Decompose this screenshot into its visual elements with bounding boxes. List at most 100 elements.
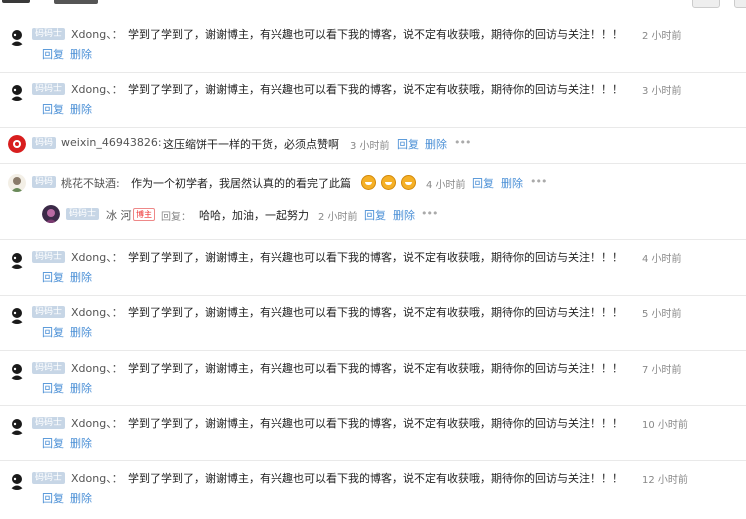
comment-username[interactable]: Xdong、：	[71, 360, 123, 376]
reply-button[interactable]: 回复	[42, 435, 64, 451]
grin-emoji	[381, 175, 396, 190]
comment-username[interactable]: Xdong、：	[71, 470, 123, 486]
user-avatar[interactable]	[8, 135, 26, 153]
reply-button[interactable]: 回复	[397, 136, 419, 152]
comment-username[interactable]: 桃花不缺酒:	[61, 175, 120, 191]
comment-time: 4 小时前	[642, 254, 682, 265]
delete-button[interactable]: 删除	[501, 175, 523, 191]
reply-button[interactable]: 回复	[42, 46, 64, 62]
comment-username[interactable]: Xdong、：	[71, 26, 123, 42]
comment-text: 学到了学到了，谢谢博主，有兴趣也可以看下我的博客，说不定有收获哦，期待你的回访与…	[128, 251, 623, 264]
user-avatar[interactable]	[8, 362, 26, 380]
divider	[0, 163, 746, 164]
clipped-title	[54, 0, 98, 4]
comment-item: 码码士 Xdong、： 学到了学到了，谢谢博主，有兴趣也可以看下我的博客，说不定…	[0, 22, 720, 68]
user-avatar[interactable]	[8, 417, 26, 435]
level-badge: 码码士	[32, 83, 66, 95]
divider	[0, 350, 746, 351]
delete-button[interactable]: 删除	[70, 380, 92, 396]
comment-time: 4 小时前	[426, 180, 466, 191]
reply-button[interactable]: 回复	[42, 324, 64, 340]
reply-time: 2 小时前	[318, 212, 358, 223]
more-dots-icon[interactable]: •••	[530, 175, 547, 188]
comment-time: 12 小时前	[642, 475, 688, 486]
divider	[0, 405, 746, 406]
comment-text: 学到了学到了，谢谢博主，有兴趣也可以看下我的博客，说不定有收获哦，期待你的回访与…	[128, 362, 623, 375]
delete-button[interactable]: 删除	[70, 490, 92, 506]
reply-label: 回复：	[161, 212, 191, 223]
level-badge: 码码士	[32, 28, 66, 40]
reply-button[interactable]: 回复	[42, 490, 64, 506]
comment-item: 码码士 Xdong、： 学到了学到了，谢谢博主，有兴趣也可以看下我的博客，说不定…	[0, 466, 720, 512]
level-badge: 码码士	[32, 362, 66, 374]
grin-emoji	[401, 175, 416, 190]
level-badge: 码码士	[32, 251, 66, 263]
delete-button[interactable]: 删除	[70, 101, 92, 117]
comment-time: 3 小时前	[350, 141, 390, 152]
comment-time: 10 小时前	[642, 420, 688, 431]
divider	[0, 72, 746, 73]
reply-button[interactable]: 回复	[472, 175, 494, 191]
comment-text: 这压缩饼干一样的干货，必须点赞啊	[163, 138, 339, 151]
comment-item: 码码士 Xdong、： 学到了学到了，谢谢博主，有兴趣也可以看下我的博客，说不定…	[0, 300, 720, 346]
comment-username[interactable]: weixin_46943826:	[61, 136, 162, 149]
level-badge: 码码	[32, 137, 57, 149]
host-avatar[interactable]	[42, 205, 60, 223]
delete-button[interactable]: 删除	[70, 435, 92, 451]
comment-text: 学到了学到了，谢谢博主，有兴趣也可以看下我的博客，说不定有收获哦，期待你的回访与…	[128, 28, 623, 41]
user-avatar[interactable]	[8, 251, 26, 269]
comment-item: 码码 桃花不缺酒: 作为一个初学者，我居然认真的的看完了此篇 4 小时前 回复 …	[0, 170, 720, 196]
comment-time: 5 小时前	[642, 309, 682, 320]
reply-button[interactable]: 回复	[42, 101, 64, 117]
comment-username[interactable]: Xdong、：	[71, 249, 123, 265]
user-avatar[interactable]	[8, 83, 26, 101]
delete-button[interactable]: 删除	[393, 207, 415, 223]
reply-button[interactable]: 回复	[42, 380, 64, 396]
comment-username[interactable]: Xdong、：	[71, 415, 123, 431]
level-badge: 码码士	[66, 208, 100, 220]
reply-text: 哈哈，加油，一起努力	[199, 209, 309, 222]
user-avatar[interactable]	[8, 174, 26, 192]
more-dots-icon[interactable]: •••	[421, 207, 438, 220]
level-badge: 码码	[32, 176, 57, 188]
divider	[0, 460, 746, 461]
level-badge: 码码士	[32, 306, 66, 318]
nested-reply: 码码士 冰 河 博主 回复： 哈哈，加油，一起努力 2 小时前 回复 删除 ••…	[0, 202, 720, 228]
level-badge: 码码士	[32, 417, 66, 429]
delete-button[interactable]: 删除	[70, 324, 92, 340]
comment-time: 3 小时前	[642, 86, 682, 97]
top-toolbar-clipped	[0, 0, 746, 14]
comment-item: 码码 weixin_46943826: 这压缩饼干一样的干货，必须点赞啊 3 小…	[0, 133, 720, 159]
comment-text: 学到了学到了，谢谢博主，有兴趣也可以看下我的博客，说不定有收获哦，期待你的回访与…	[128, 417, 623, 430]
comment-time: 2 小时前	[642, 31, 682, 42]
comment-item: 码码士 Xdong、： 学到了学到了，谢谢博主，有兴趣也可以看下我的博客，说不定…	[0, 245, 720, 291]
clipped-button[interactable]	[692, 0, 720, 8]
divider	[0, 295, 746, 296]
comment-text: 作为一个初学者，我居然认真的的看完了此篇	[131, 177, 351, 190]
delete-button[interactable]: 删除	[70, 46, 92, 62]
comment-item: 码码士 Xdong、： 学到了学到了，谢谢博主，有兴趣也可以看下我的博客，说不定…	[0, 356, 720, 402]
comment-text: 学到了学到了，谢谢博主，有兴趣也可以看下我的博客，说不定有收获哦，期待你的回访与…	[128, 306, 623, 319]
host-badge: 博主	[133, 208, 155, 221]
user-avatar[interactable]	[8, 306, 26, 324]
comment-text: 学到了学到了，谢谢博主，有兴趣也可以看下我的博客，说不定有收获哦，期待你的回访与…	[128, 472, 623, 485]
comment-username[interactable]: Xdong、：	[71, 81, 123, 97]
more-dots-icon[interactable]: •••	[454, 136, 471, 149]
clipped-button[interactable]	[734, 0, 746, 8]
delete-button[interactable]: 删除	[70, 269, 92, 285]
divider	[0, 239, 746, 240]
reply-button[interactable]: 回复	[364, 207, 386, 223]
reply-username[interactable]: 冰 河	[106, 207, 132, 223]
clipped-logo	[2, 0, 30, 3]
divider	[0, 127, 746, 128]
delete-button[interactable]: 删除	[425, 136, 447, 152]
comment-item: 码码士 Xdong、： 学到了学到了，谢谢博主，有兴趣也可以看下我的博客，说不定…	[0, 77, 720, 123]
reply-button[interactable]: 回复	[42, 269, 64, 285]
user-avatar[interactable]	[8, 28, 26, 46]
comment-time: 7 小时前	[642, 365, 682, 376]
user-avatar[interactable]	[8, 472, 26, 490]
level-badge: 码码士	[32, 472, 66, 484]
comment-item: 码码士 Xdong、： 学到了学到了，谢谢博主，有兴趣也可以看下我的博客，说不定…	[0, 411, 720, 457]
comment-username[interactable]: Xdong、：	[71, 304, 123, 320]
comment-text: 学到了学到了，谢谢博主，有兴趣也可以看下我的博客，说不定有收获哦，期待你的回访与…	[128, 83, 623, 96]
